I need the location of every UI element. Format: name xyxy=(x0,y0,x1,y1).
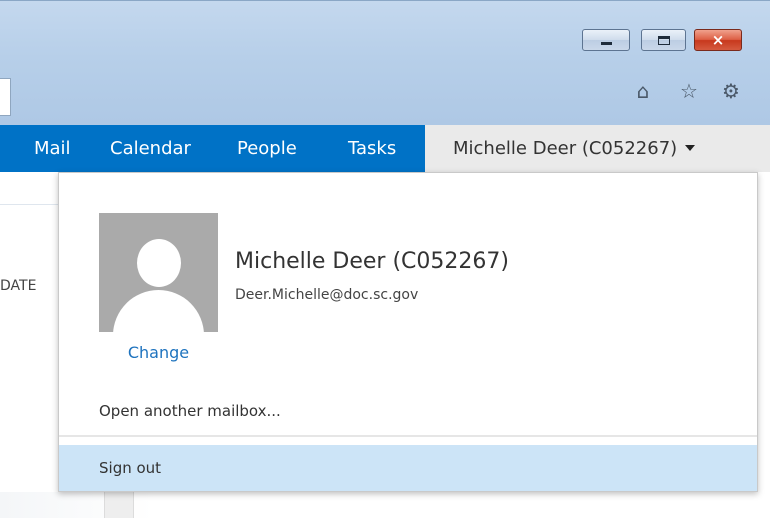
maximize-button[interactable] xyxy=(641,29,686,51)
gear-icon[interactable]: ⚙ xyxy=(718,78,744,104)
home-icon[interactable]: ⌂ xyxy=(630,78,656,104)
address-bar[interactable] xyxy=(0,78,11,116)
open-another-mailbox-item[interactable]: Open another mailbox... xyxy=(99,401,281,421)
change-photo-link[interactable]: Change xyxy=(99,343,218,363)
nav-mail[interactable]: Mail xyxy=(34,125,71,172)
nav-people[interactable]: People xyxy=(237,125,297,172)
menu-separator xyxy=(59,435,757,437)
maximize-icon xyxy=(658,36,670,45)
sign-out-label: Sign out xyxy=(99,459,162,477)
sign-out-item[interactable] xyxy=(59,445,757,491)
column-header-date[interactable]: DATE xyxy=(0,277,60,295)
account-display-name: Michelle Deer (C052267) xyxy=(235,249,509,274)
close-icon: × xyxy=(711,31,725,49)
user-menu-button[interactable]: Michelle Deer (C052267) xyxy=(425,125,770,172)
account-email: Deer.Michelle@doc.sc.gov xyxy=(235,287,419,303)
mail-list-background xyxy=(0,172,60,518)
minimize-icon xyxy=(601,42,612,45)
close-button[interactable]: × xyxy=(694,29,742,51)
divider xyxy=(0,204,60,205)
avatar[interactable] xyxy=(99,213,218,332)
user-menu-label: Michelle Deer (C052267) xyxy=(453,138,678,159)
star-icon[interactable]: ☆ xyxy=(676,78,702,104)
account-dropdown: Change Michelle Deer (C052267) Deer.Mich… xyxy=(58,172,758,492)
avatar-placeholder-icon xyxy=(137,239,181,287)
chevron-down-icon xyxy=(685,145,696,151)
minimize-button[interactable] xyxy=(582,29,630,51)
window-titlebar xyxy=(0,0,770,125)
nav-tasks[interactable]: Tasks xyxy=(348,125,396,172)
avatar-placeholder-body xyxy=(113,290,204,332)
scrollbar[interactable] xyxy=(104,492,134,518)
nav-calendar[interactable]: Calendar xyxy=(110,125,191,172)
